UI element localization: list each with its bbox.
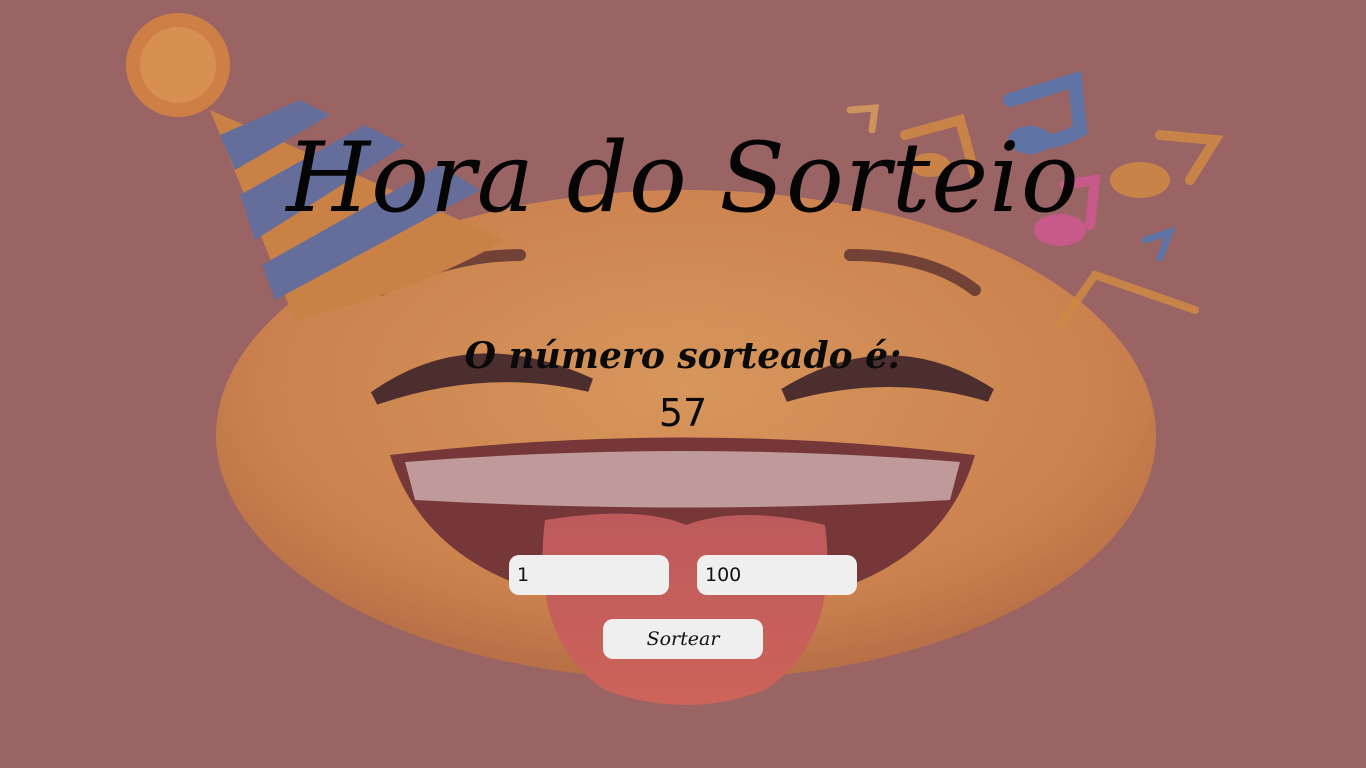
max-number-input[interactable] <box>697 555 857 595</box>
main-content: Hora do Sorteio O número sorteado é: 57 … <box>0 0 1366 768</box>
result-label: O número sorteado é: <box>464 335 902 377</box>
draw-button[interactable]: Sortear <box>603 619 763 659</box>
min-number-input[interactable] <box>509 555 669 595</box>
page-title: Hora do Sorteio <box>286 122 1080 234</box>
drawn-number: 57 <box>658 391 708 435</box>
